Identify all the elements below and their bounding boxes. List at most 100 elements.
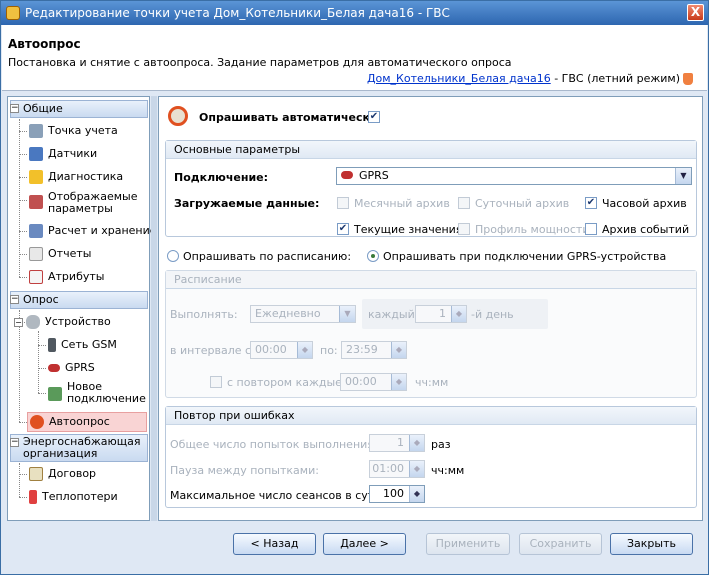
spinner-arrows-icon[interactable]: ◆: [409, 461, 424, 477]
contract-icon: [29, 467, 43, 481]
nav-item-diagnostics[interactable]: Диагностика: [29, 168, 123, 186]
sensor-icon: [29, 147, 43, 161]
nav-item-new-connection[interactable]: Новое подключение: [48, 381, 147, 409]
nav-item-autopoll[interactable]: Автоопрос: [27, 412, 147, 432]
nav-item-losses[interactable]: Теплопотери: [29, 488, 118, 506]
save-button[interactable]: Сохранить: [519, 533, 602, 555]
report-icon: [29, 247, 43, 261]
day-spinner[interactable]: 1 ◆: [415, 305, 467, 323]
nav-item-point[interactable]: Точка учета: [29, 122, 118, 140]
repeat-time-spinner[interactable]: 00:00 ◆: [340, 373, 407, 391]
nav-group-energy[interactable]: − Энергоснабжающая организация: [10, 434, 148, 462]
collapse-icon[interactable]: −: [10, 438, 19, 447]
day-archive-checkbox[interactable]: [458, 197, 470, 209]
nav-item-gsm[interactable]: Сеть GSM: [48, 336, 117, 354]
splitter[interactable]: [151, 96, 157, 521]
apply-button[interactable]: Применить: [426, 533, 510, 555]
collapse-icon[interactable]: −: [14, 317, 23, 327]
power-profile-checkbox[interactable]: [458, 223, 470, 235]
from-time-spinner[interactable]: 00:00 ◆: [250, 341, 313, 359]
autopoll-label: Опрашивать автоматически: [199, 111, 378, 124]
loaded-data-label: Загружаемые данные:: [174, 197, 320, 210]
nav-item-device[interactable]: − Устройство: [14, 313, 111, 331]
nav-item-contract[interactable]: Договор: [29, 465, 96, 483]
hour-archive-checkbox[interactable]: ✔: [585, 197, 597, 209]
params-icon: [29, 195, 43, 209]
point-link[interactable]: Дом_Котельники_Белая дача16: [367, 72, 551, 85]
spinner-arrows-icon[interactable]: ◆: [391, 374, 406, 390]
spinner-arrows-icon[interactable]: ◆: [451, 306, 466, 322]
autopoll-checkbox[interactable]: ✔: [368, 111, 380, 123]
page-description: Постановка и снятие с автоопроса. Задани…: [8, 56, 512, 69]
spinner-arrows-icon[interactable]: ◆: [409, 435, 424, 451]
nav-item-gprs[interactable]: GPRS: [48, 359, 95, 377]
repeat-checkbox[interactable]: [210, 376, 222, 388]
alarm-clock-icon: [30, 415, 44, 429]
spinner-arrows-icon[interactable]: ◆: [409, 486, 424, 502]
spinner-arrows-icon[interactable]: ◆: [297, 342, 312, 358]
interval-label: в интервале с:: [170, 344, 255, 357]
attempts-label: Общее число попыток выполнения:: [170, 438, 378, 451]
gprs-connect-radio-label: Опрашивать при подключении GPRS-устройст…: [383, 250, 667, 263]
retry-group: Повтор при ошибках Общее число попыток в…: [165, 406, 697, 508]
gprs-icon: [48, 364, 60, 372]
gprs-icon: [341, 171, 353, 179]
chevron-down-icon[interactable]: ▼: [675, 168, 691, 184]
collapse-icon[interactable]: −: [10, 104, 19, 113]
window-title: Редактирование точки учета Дом_Котельник…: [25, 6, 450, 20]
nav-item-sensors[interactable]: Датчики: [29, 145, 97, 163]
month-archive-checkbox[interactable]: [337, 197, 349, 209]
close-window-button[interactable]: X: [687, 4, 704, 21]
nav-item-calc[interactable]: Расчет и хранение: [29, 222, 157, 240]
events-archive-checkbox[interactable]: [585, 223, 597, 235]
attempts-spinner[interactable]: 1 ◆: [369, 434, 425, 452]
app-icon: [6, 6, 20, 20]
new-connection-icon: [48, 387, 62, 401]
nav-item-reports[interactable]: Отчеты: [29, 245, 91, 263]
gprs-connect-radio[interactable]: [367, 250, 379, 262]
hot-water-icon: [683, 73, 693, 85]
next-button[interactable]: Далее >: [323, 533, 406, 555]
page-header: Автоопрос Постановка и снятие с автоопро…: [2, 25, 707, 91]
phone-icon: [48, 338, 56, 352]
point-mode-text: - ГВС (летний режим): [550, 72, 680, 85]
close-button[interactable]: Закрыть: [610, 533, 693, 555]
pause-label: Пауза между попытками:: [170, 464, 319, 477]
sessions-label: Максимальное число сеансов в сутки:: [170, 489, 392, 502]
events-archive-label: Архив событий: [602, 223, 690, 236]
nav-item-params[interactable]: Отображаемые параметры: [29, 191, 148, 219]
title-bar[interactable]: Редактирование точки учета Дом_Котельник…: [1, 1, 708, 25]
nav-item-attributes[interactable]: Атрибуты: [29, 268, 104, 286]
nav-group-poll[interactable]: − Опрос: [10, 291, 148, 309]
warning-icon: [29, 170, 43, 184]
hour-archive-label: Часовой архив: [602, 197, 687, 210]
pause-spinner[interactable]: 01:00 ◆: [369, 460, 425, 478]
day-archive-label: Суточный архив: [475, 197, 570, 210]
device-icon: [26, 315, 40, 329]
schedule-group: Расписание Выполнять: Ежедневно ▼ каждый …: [165, 270, 697, 398]
current-values-checkbox[interactable]: ✔: [337, 223, 349, 235]
run-label: Выполнять:: [170, 308, 238, 321]
point-info: Дом_Котельники_Белая дача16 - ГВС (летни…: [367, 72, 693, 85]
every-label: каждый: [368, 308, 415, 321]
connection-select[interactable]: GPRS ▼: [336, 167, 692, 185]
power-profile-label: Профиль мощности: [475, 223, 590, 236]
run-select[interactable]: Ежедневно ▼: [250, 305, 356, 323]
schedule-radio-label: Опрашивать по расписанию:: [183, 250, 352, 263]
meter-icon: [29, 124, 43, 138]
back-button[interactable]: < Назад: [233, 533, 316, 555]
current-values-label: Текущие значения: [354, 223, 463, 236]
spinner-arrows-icon[interactable]: ◆: [391, 342, 406, 358]
collapse-icon[interactable]: −: [10, 295, 19, 304]
to-time-spinner[interactable]: 23:59 ◆: [341, 341, 407, 359]
nav-group-general[interactable]: − Общие: [10, 100, 148, 118]
sessions-spinner[interactable]: 100 ◆: [369, 485, 425, 503]
dialog-window: Редактирование точки учета Дом_Котельник…: [0, 0, 709, 575]
schedule-radio[interactable]: [167, 250, 179, 262]
navigation-tree: − Общие Точка учета Датчики Диагностика О…: [7, 96, 157, 521]
basic-params-group: Основные параметры Подключение: GPRS ▼ За…: [165, 140, 697, 237]
repeat-suffix: чч:мм: [415, 376, 449, 389]
day-suffix: -й день: [471, 308, 514, 321]
chevron-down-icon[interactable]: ▼: [339, 306, 355, 322]
repeat-label: с повтором каждые:: [227, 376, 346, 389]
